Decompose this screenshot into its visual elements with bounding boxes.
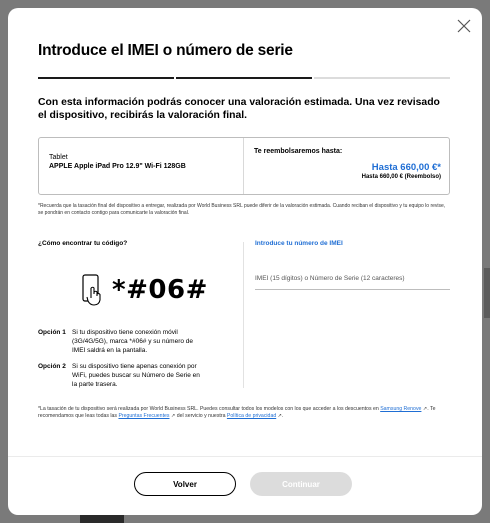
continue-button[interactable]: Continuar <box>250 472 352 496</box>
device-type: Tablet <box>49 154 68 161</box>
refund-amount: Hasta 660,00 €* <box>371 162 441 173</box>
option-text: Si su dispositivo tiene apenas conexión … <box>72 363 200 388</box>
privacy-policy-link[interactable]: Política de privacidad <box>227 413 276 419</box>
imei-entry: Introduce tu número de IMEI <box>255 240 450 290</box>
faq-link[interactable]: Preguntas Frecuentes <box>118 413 169 419</box>
refund-label: Te reembolsaremos hasta: <box>254 148 343 155</box>
imei-modal: Introduce el IMEI o número de serie Con … <box>8 8 482 515</box>
footnote-text: *La tasación de tu dispositivo será real… <box>38 406 381 412</box>
progress-step <box>38 77 174 79</box>
close-icon[interactable] <box>456 18 472 34</box>
footnote-text: . <box>282 413 284 419</box>
option-2: Opción 2 Si su dispositivo tiene apenas … <box>38 362 238 389</box>
device-model: APPLE Apple iPad Pro 12.9" Wi-Fi 128GB <box>49 163 186 170</box>
refund-subtext: Hasta 660,00 € (Reembolso) <box>361 174 441 180</box>
option-label: Opción 1 <box>38 329 66 336</box>
option-1: Opción 1 Si tu dispositivo tiene conexió… <box>38 328 238 355</box>
device-summary: Tablet APPLE Apple iPad Pro 12.9" Wi-Fi … <box>38 137 450 195</box>
dial-code-illustration: *#06# <box>82 274 208 306</box>
intro-text: Con esta información podrás conocer una … <box>38 97 440 121</box>
footer-divider <box>8 456 482 457</box>
background-fragment <box>484 268 490 318</box>
option-text: Si tu dispositivo tiene conexión móvil (… <box>72 329 194 354</box>
back-button[interactable]: Volver <box>134 472 236 496</box>
progress-step <box>314 77 450 79</box>
refund-info: Te reembolsaremos hasta: Hasta 660,00 €*… <box>244 138 449 194</box>
progress-step <box>176 77 312 79</box>
imei-input[interactable] <box>255 268 450 290</box>
phone-touch-icon <box>82 274 101 306</box>
device-info: Tablet APPLE Apple iPad Pro 12.9" Wi-Fi … <box>39 138 244 194</box>
valuation-disclaimer: *Recuerda que la tasación final del disp… <box>38 203 446 216</box>
option-label: Opción 2 <box>38 363 66 370</box>
dial-code: *#06# <box>112 275 208 305</box>
step-progress <box>38 77 450 79</box>
find-code-heading: ¿Cómo encontrar tu código? <box>38 240 128 247</box>
footnote-text: del servicio y nuestra <box>175 413 227 419</box>
samsung-renove-link[interactable]: Samsung Renove <box>380 406 421 412</box>
footnote: *La tasación de tu dispositivo será real… <box>38 406 450 420</box>
modal-title: Introduce el IMEI o número de serie <box>38 42 293 59</box>
column-divider <box>243 242 244 388</box>
imei-label: Introduce tu número de IMEI <box>255 240 343 247</box>
code-help: ¿Cómo encontrar tu código? *#06# Opción … <box>38 240 238 388</box>
background-fragment <box>80 514 124 523</box>
